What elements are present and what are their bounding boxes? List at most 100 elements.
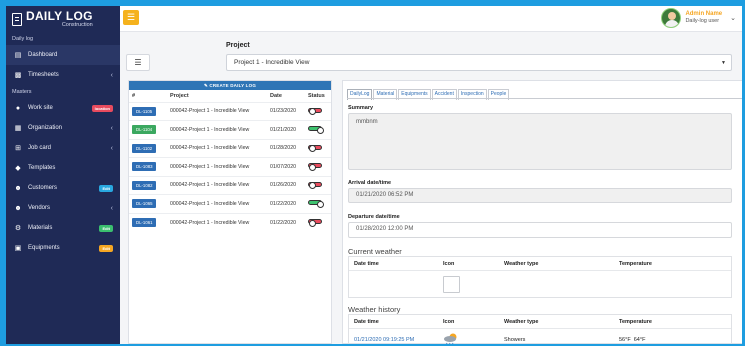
building-icon: ▦ <box>14 125 22 132</box>
history-datetime-link[interactable]: 01/21/2020 09:19:25 PM <box>349 337 443 343</box>
section-daily-log: Daily log <box>12 36 34 42</box>
project-select[interactable]: Project 1 - Incredible View ▼ <box>226 54 732 71</box>
top-bar: ☰ Admin Name Daily-log user ⌄ <box>120 6 742 32</box>
log-project: 000042-Project 1 - Incredible View <box>167 138 267 158</box>
menu-button[interactable]: ☰ <box>126 54 150 71</box>
status-toggle[interactable] <box>308 144 322 153</box>
column-header-weather-type: Weather type <box>504 318 539 325</box>
app-window: DAILY LOG Construction Daily log ▤ Dashb… <box>6 6 742 344</box>
log-code-badge[interactable]: DL-1065 <box>132 199 157 209</box>
user-menu[interactable]: Admin Name Daily-log user ⌄ <box>661 8 736 28</box>
truck-icon: ▣ <box>14 245 22 252</box>
location-badge: location <box>91 104 113 112</box>
avatar <box>661 8 682 28</box>
sidebar-item-equipments[interactable]: ▣ Equipments Edit <box>6 238 120 258</box>
user-icon: ☻ <box>14 184 22 192</box>
table-row[interactable]: DL-1065 000042-Project 1 - Incredible Vie… <box>129 194 331 213</box>
weather-history-table: Date time Icon Weather type Temperature … <box>348 314 732 344</box>
log-date: 01/28/2020 <box>267 138 305 158</box>
table-row[interactable]: DL-1105 000042-Project 1 - Incredible Vie… <box>129 101 331 121</box>
brand-logo[interactable]: DAILY LOG Construction <box>6 6 120 32</box>
status-toggle[interactable] <box>308 219 322 227</box>
log-date: 01/07/2020 <box>267 157 305 176</box>
log-project: 000042-Project 1 - Incredible View <box>167 175 267 195</box>
location-icon: ● <box>15 104 21 112</box>
column-header-datetime: Date time <box>354 260 379 267</box>
arrival-label: Arrival date/time <box>348 180 392 186</box>
table-row[interactable]: DL-1083 000042-Project 1 - Incredible Vie… <box>129 157 331 176</box>
column-header-temperature: Temperature <box>619 318 652 325</box>
dashboard-icon: ▤ <box>14 52 22 59</box>
sidebar-item-timesheets[interactable]: ▩ Timesheets ‹ <box>6 65 120 85</box>
sidebar-item-organization[interactable]: ▦ Organization ‹ <box>6 118 120 138</box>
edit-badge: Edit <box>99 244 113 252</box>
departure-field[interactable]: 01/28/2020 12:00 PM <box>348 222 732 238</box>
showers-icon <box>444 333 457 344</box>
sidebar-item-job-card[interactable]: ⊞ Job card ‹ <box>6 138 120 158</box>
log-code-badge[interactable]: DL-1105 <box>132 106 157 116</box>
log-book-icon <box>12 12 22 26</box>
log-date: 01/22/2020 <box>267 194 305 213</box>
summary-field[interactable]: mmbnm <box>348 113 732 170</box>
sidebar-item-work-site[interactable]: ● Work site location <box>6 98 120 118</box>
column-header-weather-type: Weather type <box>504 260 539 267</box>
table-row[interactable]: DL-1104 000042-Project 1 - Incredible Vie… <box>129 120 331 139</box>
user-icon: ☻ <box>14 204 22 212</box>
history-temp-low: 64°F <box>633 337 646 343</box>
log-date: 01/21/2020 <box>267 120 305 139</box>
column-header-icon: Icon <box>443 260 455 267</box>
status-toggle[interactable] <box>308 181 322 190</box>
sidebar-item-vendors[interactable]: ☻ Vendors ‹ <box>6 198 120 218</box>
current-weather-heading: Current weather <box>348 247 402 256</box>
chevron-left-icon: ‹ <box>110 204 113 212</box>
arrival-field[interactable]: 01/21/2020 06:52 PM <box>348 188 732 203</box>
status-toggle[interactable] <box>308 200 324 208</box>
tab-divider <box>347 98 742 99</box>
edit-badge: Edit <box>99 184 113 192</box>
chevron-down-icon: ⌄ <box>730 15 736 22</box>
edit-badge: Edit <box>99 224 113 232</box>
hamburger-icon: ☰ <box>126 12 136 22</box>
sidebar-item-customers[interactable]: ☻ Customers Edit <box>6 178 120 198</box>
status-toggle[interactable] <box>308 107 322 116</box>
dropdown-arrow-icon: ▼ <box>721 60 726 66</box>
user-name: Admin Name <box>685 11 723 18</box>
log-project: 000042-Project 1 - Incredible View <box>167 101 267 121</box>
log-code-badge[interactable]: DL-1104 <box>132 125 157 135</box>
column-header-status: Status <box>308 92 325 99</box>
status-toggle[interactable] <box>308 163 322 171</box>
log-project: 000042-Project 1 - Incredible View <box>167 120 267 139</box>
log-code-badge[interactable]: DL-1102 <box>132 143 157 153</box>
status-toggle[interactable] <box>308 126 324 134</box>
daily-log-detail: DailyLog Material Equipments Accident In… <box>342 80 742 344</box>
column-header-datetime: Date time <box>354 318 379 325</box>
log-code-badge[interactable]: DL-1061 <box>132 218 157 227</box>
sidebar: DAILY LOG Construction Daily log ▤ Dashb… <box>6 6 120 344</box>
main-content: ☰ Project Project 1 - Incredible View ▼ … <box>120 33 742 344</box>
sidebar-toggle-button[interactable]: ☰ <box>123 10 139 25</box>
sidebar-item-materials[interactable]: ⚙ Materials Edit <box>6 218 120 238</box>
chevron-left-icon: ‹ <box>110 144 113 152</box>
log-date: 01/26/2020 <box>267 175 305 195</box>
weather-history-heading: Weather history <box>348 305 401 314</box>
history-temp-high: 56°F <box>619 337 631 343</box>
table-row[interactable]: DL-1102 000042-Project 1 - Incredible Vie… <box>129 138 331 158</box>
sidebar-item-templates[interactable]: ◆ Templates <box>6 158 120 178</box>
hamburger-icon: ☰ <box>134 58 142 67</box>
log-code-badge[interactable]: DL-1083 <box>132 162 157 172</box>
log-project: 000042-Project 1 - Incredible View <box>167 194 267 213</box>
column-header-date: Date <box>270 92 282 99</box>
brand-title: DAILY LOG <box>26 8 93 23</box>
table-row[interactable]: DL-1082 000042-Project 1 - Incredible Vie… <box>129 175 331 195</box>
project-select-value: Project 1 - Incredible View <box>234 59 310 66</box>
log-date: 01/22/2020 <box>267 212 305 232</box>
chevron-left-icon: ‹ <box>110 71 113 79</box>
log-code-badge[interactable]: DL-1082 <box>132 180 157 190</box>
column-header-icon: Icon <box>443 318 455 325</box>
log-project: 000042-Project 1 - Incredible View <box>167 212 267 232</box>
sidebar-item-dashboard[interactable]: ▤ Dashboard <box>6 45 120 65</box>
create-daily-log-button[interactable]: ✎ CREATE DAILY LOG <box>129 81 331 90</box>
table-row[interactable]: DL-1061 000042-Project 1 - Incredible Vie… <box>129 212 331 232</box>
project-label: Project <box>226 42 250 49</box>
tags-icon: ◆ <box>15 165 21 172</box>
